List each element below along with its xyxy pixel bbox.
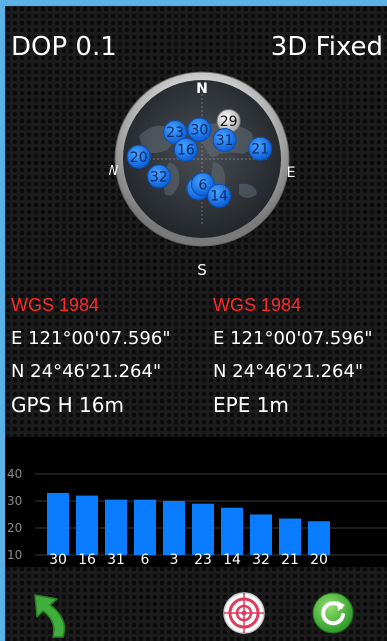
satellite-prn-tick: 3	[170, 552, 179, 567]
bottom-toolbar	[5, 567, 387, 641]
satellite-marker: 20	[126, 144, 151, 169]
satellite-prn-tick: 16	[78, 552, 96, 567]
satellite-sky-view: N S E W 23302931162021323614	[109, 71, 295, 279]
satellite-marker: 16	[173, 137, 198, 162]
epe-value: EPE 1m	[213, 393, 289, 417]
right-datum-label: WGS 1984	[213, 295, 302, 315]
target-button[interactable]	[222, 591, 266, 635]
dop-value: DOP 0.1	[11, 32, 117, 62]
signal-bar	[163, 501, 185, 555]
satellite-marker: 32	[146, 164, 171, 189]
satellite-marker: 14	[207, 183, 232, 208]
left-datum-label: WGS 1984	[11, 295, 100, 315]
signal-strength-panel: 10 20 30 40 30 16 31 6 3 23 14 32 21 20	[5, 437, 387, 567]
signal-bar	[279, 518, 301, 555]
crosshair-target-icon	[223, 592, 265, 634]
satellite-prn-tick: 23	[194, 552, 212, 567]
north-label: N	[196, 81, 208, 97]
satellite-prn-tick: 31	[107, 552, 125, 567]
satellite-prn-label: 31	[216, 133, 234, 149]
south-label: S	[197, 261, 207, 279]
signal-bar	[250, 514, 272, 555]
satellite-marker: 21	[248, 136, 273, 161]
satellite-marker: 31	[212, 128, 237, 153]
satellite-prn-label: 20	[130, 150, 148, 166]
right-latitude: N 24°46'21.264"	[213, 361, 364, 382]
satellite-prn-label: 14	[210, 189, 228, 205]
satellite-prn-label: 29	[220, 114, 238, 130]
signal-bar	[221, 507, 243, 555]
satellite-prn-label: 21	[251, 142, 269, 158]
left-longitude: E 121°00'07.596"	[11, 328, 171, 349]
refresh-icon	[312, 592, 354, 634]
satellite-prn-tick: 20	[310, 552, 328, 567]
signal-bar	[76, 495, 98, 555]
gps-height: GPS H 16m	[11, 393, 124, 417]
signal-bar	[308, 521, 330, 555]
satellite-prn-tick: 32	[252, 552, 270, 567]
east-label: E	[287, 165, 295, 181]
y-tick-label: 30	[7, 494, 22, 508]
satellite-prn-label: 30	[191, 123, 209, 139]
satellite-prn-tick: 6	[141, 552, 150, 567]
y-tick-label: 20	[7, 521, 22, 535]
gps-status-app: DOP 0.1 3D Fixed N S E W 23 30 29 31 16 …	[5, 6, 387, 641]
satellite-prn-label: 32	[150, 169, 168, 185]
satellite-prn-label: 6	[198, 177, 207, 193]
refresh-button[interactable]	[311, 591, 355, 635]
signal-strength-chart: 10 20 30 40 30 16 31 6 3 23 14 32 21 20	[7, 467, 387, 567]
fix-status: 3D Fixed	[270, 32, 383, 62]
satellite-prn-tick: 30	[49, 552, 67, 567]
y-tick-label: 10	[7, 548, 22, 562]
signal-bar	[192, 503, 214, 555]
right-longitude: E 121°00'07.596"	[213, 328, 373, 349]
signal-bar	[134, 499, 156, 555]
satellite-marker: 30	[187, 117, 212, 142]
left-latitude: N 24°46'21.264"	[11, 361, 162, 382]
back-button[interactable]	[27, 589, 75, 639]
satellite-prn-label: 16	[177, 143, 195, 159]
satellite-prn-tick: 21	[281, 552, 299, 567]
west-label: W	[109, 164, 119, 179]
back-arrow-icon	[34, 594, 66, 638]
satellite-prn-tick: 14	[223, 552, 241, 567]
y-tick-label: 40	[7, 467, 22, 481]
signal-bar	[105, 499, 127, 555]
signal-bar	[47, 492, 69, 555]
